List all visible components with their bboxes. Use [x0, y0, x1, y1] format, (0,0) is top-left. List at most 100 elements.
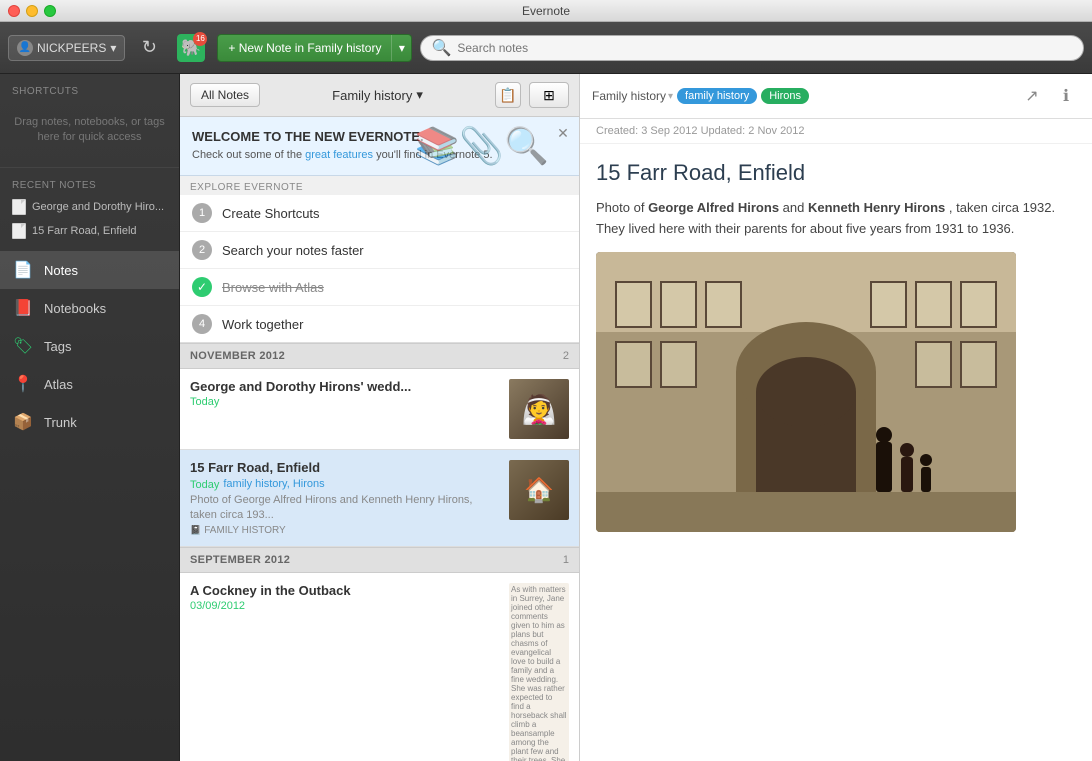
view-icon: ⊞	[543, 87, 555, 104]
notebook-badge-15farr: 📓 FAMILY HISTORY	[190, 525, 501, 536]
note-date-cockney: 03/09/2012	[190, 600, 501, 612]
user-dropdown-icon: ▾	[110, 41, 116, 55]
sidebar-item-notes[interactable]: 📄 Notes	[0, 251, 179, 289]
new-note-label: + New Note in Family history	[228, 41, 381, 55]
evernote-shortcut-button[interactable]: 🐘 16	[173, 30, 209, 66]
note-snippet-15farr: Photo of George Alfred Hirons and Kennet…	[190, 493, 501, 522]
feature-label-atlas: Browse with Atlas	[222, 280, 324, 295]
sidebar-item-trunk-label: Trunk	[44, 415, 77, 430]
notes-panel-header: All Notes Family history ▾ 📋 ⊞	[180, 74, 579, 117]
minimize-button[interactable]	[26, 5, 38, 17]
welcome-banner: ✕ 📚📎🔍 WELCOME TO THE NEW EVERNOTE. Check…	[180, 117, 579, 176]
group-title-nov2012: NOVEMBER 2012	[190, 350, 285, 362]
feature-label-shortcuts: Create Shortcuts	[222, 206, 320, 221]
sidebar-item-trunk[interactable]: 📦 Trunk	[0, 403, 179, 441]
maximize-button[interactable]	[44, 5, 56, 17]
notification-badge: 16	[193, 32, 207, 46]
feature-item-search[interactable]: 2 Search your notes faster	[180, 232, 579, 269]
recent-note-text: George and Dorothy Hiro...	[32, 201, 164, 213]
notes-panel: All Notes Family history ▾ 📋 ⊞ ✕ 📚📎🔍 WEL…	[180, 74, 580, 761]
sync-button[interactable]: ↻	[133, 32, 165, 64]
group-count-nov2012: 2	[563, 350, 569, 362]
notebook-dropdown-icon: ▾	[416, 87, 423, 103]
note-detail: Family history ▾ family history Hirons ↗…	[580, 74, 1092, 761]
window-controls	[8, 5, 56, 17]
note-detail-body: 15 Farr Road, Enfield Photo of George Al…	[580, 144, 1092, 761]
note-detail-toolbar: Family history ▾ family history Hirons ↗…	[580, 74, 1092, 119]
app-title: Evernote	[522, 4, 570, 18]
feature-item-atlas[interactable]: ✓ Browse with Atlas	[180, 269, 579, 306]
recent-note-item-15farr[interactable]: 15 Farr Road, Enfield	[0, 219, 179, 243]
search-input[interactable]	[457, 41, 1073, 55]
note-title-cockney: A Cockney in the Outback	[190, 583, 501, 598]
crumb-separator: ▾	[668, 91, 673, 102]
group-count-sep2012: 1	[563, 554, 569, 566]
photo-svg	[596, 252, 1016, 532]
recent-note-item-george[interactable]: George and Dorothy Hiro...	[0, 195, 179, 219]
note-doc-icon	[12, 223, 26, 239]
note-content-15farr: 15 Farr Road, Enfield Today family histo…	[190, 460, 501, 536]
new-note-button[interactable]: + New Note in Family history ▾	[217, 34, 412, 62]
recent-note-text: 15 Farr Road, Enfield	[32, 225, 137, 237]
notebook-selector[interactable]: Family history ▾	[268, 87, 487, 103]
notebook-breadcrumb: Family history ▾	[592, 89, 673, 103]
welcome-close-button[interactable]: ✕	[555, 125, 571, 141]
user-name-label: NICKPEERS	[37, 41, 106, 55]
tag-pill-family-history[interactable]: family history	[677, 88, 757, 104]
feature-num-1: 1	[192, 203, 212, 223]
close-button[interactable]	[8, 5, 20, 17]
sort-button[interactable]: 📋	[495, 82, 521, 108]
feature-label-collaborate: Work together	[222, 317, 303, 332]
sidebar-item-tags-label: Tags	[44, 339, 71, 354]
note-item-george-dorothy[interactable]: George and Dorothy Hirons' wedd... Today…	[180, 369, 579, 450]
info-icon: ℹ	[1063, 86, 1069, 106]
feature-item-collaborate[interactable]: 4 Work together	[180, 306, 579, 342]
body-intro: Photo of	[596, 200, 644, 215]
tag-breadcrumb: Family history ▾ family history Hirons	[592, 88, 1012, 104]
atlas-icon: 📍	[12, 373, 34, 395]
recent-notes-title: RECENT NOTES	[0, 172, 179, 195]
user-menu-button[interactable]: 👤 NICKPEERS ▾	[8, 35, 125, 61]
note-meta-row: Today family history, Hirons	[190, 477, 501, 491]
tag-pill-hirons[interactable]: Hirons	[761, 88, 809, 104]
note-tags-15farr: family history, Hirons	[223, 478, 324, 490]
all-notes-button[interactable]: All Notes	[190, 83, 260, 107]
sidebar-item-tags[interactable]: 🏷 Tags	[0, 327, 179, 365]
body-and: and	[783, 200, 805, 215]
sidebar-divider-1	[0, 167, 179, 168]
sidebar-item-notebooks[interactable]: 📕 Notebooks	[0, 289, 179, 327]
sidebar-item-notes-label: Notes	[44, 263, 78, 278]
info-button[interactable]: ℹ	[1052, 82, 1080, 110]
note-thumbnail-george: 👰	[509, 379, 569, 439]
body-name2: Kenneth Henry Hirons	[808, 200, 945, 215]
notes-icon: 📄	[12, 259, 34, 281]
note-main-title: 15 Farr Road, Enfield	[596, 160, 1076, 186]
new-note-dropdown-button[interactable]: ▾	[391, 35, 411, 61]
notebook-name: Family history	[332, 88, 412, 103]
notebook-crumb-label: Family history	[592, 89, 666, 103]
notebook-badge-label: FAMILY HISTORY	[204, 525, 286, 536]
note-thumbnail-15farr: 🏠	[509, 460, 569, 520]
sidebar-item-atlas[interactable]: 📍 Atlas	[0, 365, 179, 403]
welcome-text-before: Check out some of the	[192, 149, 302, 161]
note-item-15farr[interactable]: 15 Farr Road, Enfield Today family histo…	[180, 450, 579, 547]
main-layout: SHORTCUTS Drag notes, notebooks, or tags…	[0, 74, 1092, 761]
new-note-main-area[interactable]: + New Note in Family history	[218, 41, 391, 55]
feature-item-shortcuts[interactable]: 1 Create Shortcuts	[180, 195, 579, 232]
note-content-george: George and Dorothy Hirons' wedd... Today	[190, 379, 501, 439]
welcome-text-link[interactable]: great features	[305, 149, 373, 161]
note-item-cockney[interactable]: A Cockney in the Outback 03/09/2012 As w…	[180, 573, 579, 761]
shortcuts-drop-area: Drag notes, notebooks, or tags here for …	[0, 103, 179, 163]
note-title-15farr: 15 Farr Road, Enfield	[190, 460, 501, 475]
sidebar-item-atlas-label: Atlas	[44, 377, 73, 392]
notes-list: NOVEMBER 2012 2 George and Dorothy Hiron…	[180, 343, 579, 761]
search-box[interactable]: 🔍	[420, 35, 1084, 61]
feature-num-4: 4	[192, 314, 212, 334]
main-toolbar: 👤 NICKPEERS ▾ ↻ 🐘 16 + New Note in Famil…	[0, 22, 1092, 74]
note-doc-icon	[12, 199, 26, 215]
group-title-sep2012: SEPTEMBER 2012	[190, 554, 290, 566]
trunk-icon: 📦	[12, 411, 34, 433]
share-button[interactable]: ↗	[1018, 82, 1046, 110]
share-icon: ↗	[1025, 86, 1038, 106]
view-toggle-button[interactable]: ⊞	[529, 82, 569, 108]
